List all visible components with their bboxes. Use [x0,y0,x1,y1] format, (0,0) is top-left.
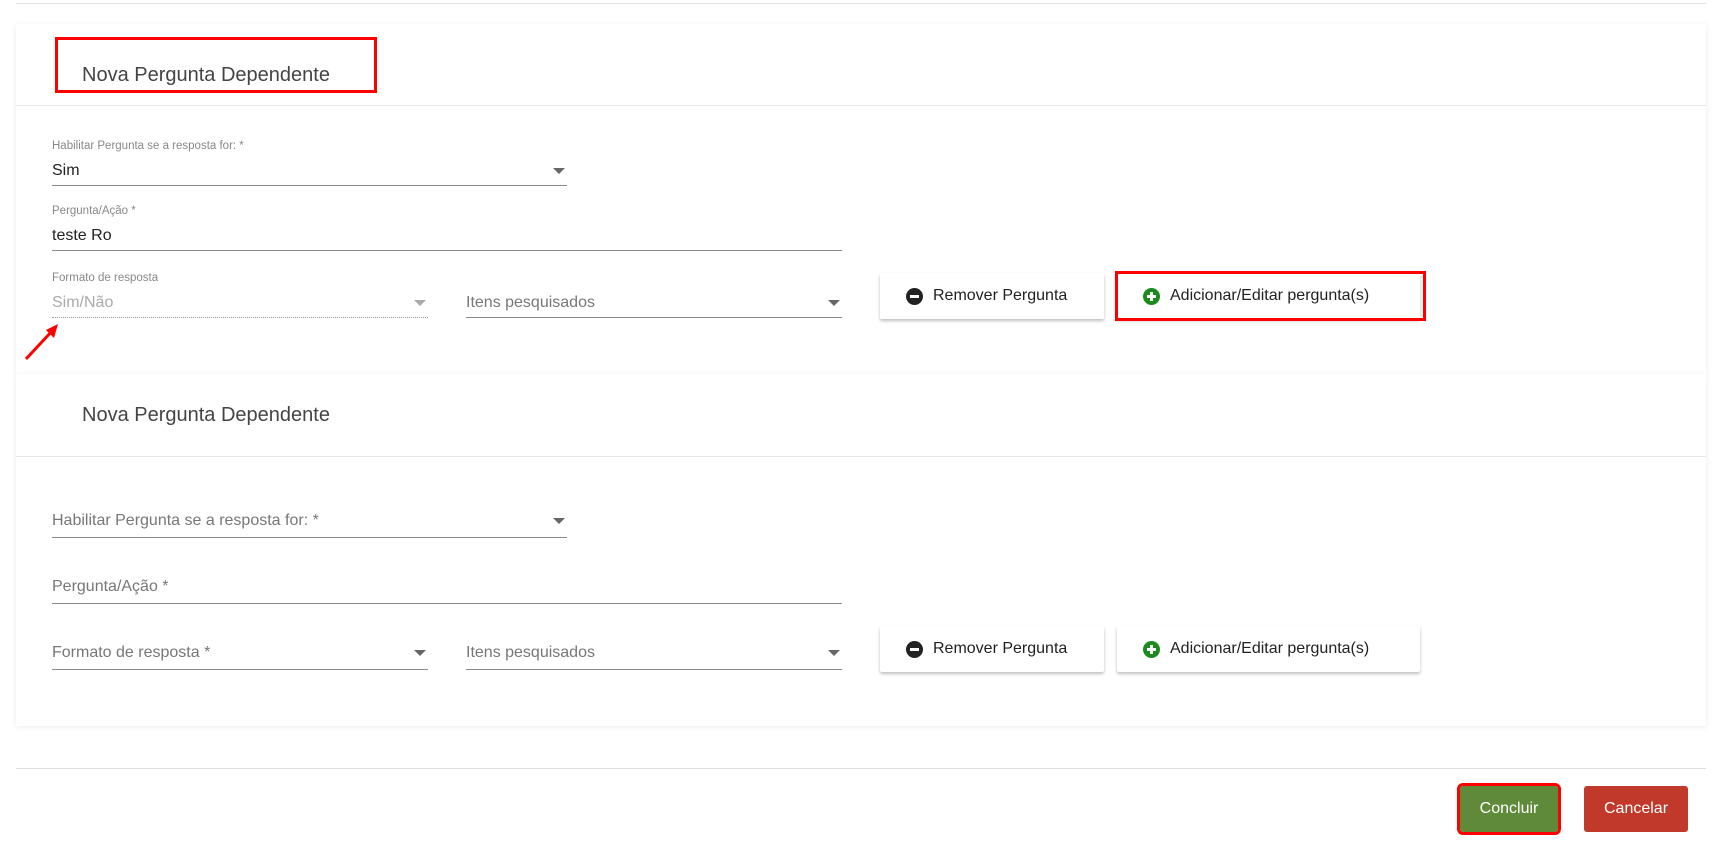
footer-divider [16,768,1706,769]
field-placeholder: Pergunta/Ação * [52,578,169,595]
top-divider [16,3,1706,4]
field-placeholder: Itens pesquisados [466,294,595,311]
conclude-button[interactable]: Concluir [1457,783,1561,835]
chevron-down-icon [553,518,565,524]
field-value: Sim/Não [52,294,114,311]
field-placeholder: Formato de resposta * [52,644,211,661]
chevron-down-icon [414,650,426,656]
searched-items-select[interactable]: Itens pesquisados [466,272,842,318]
chevron-down-icon [553,168,565,174]
chevron-down-icon [414,300,426,306]
button-label: Adicionar/Editar pergunta(s) [1170,640,1370,657]
minus-circle-icon [906,640,923,658]
chevron-down-icon [828,650,840,656]
dependent-question-card-2: Nova Pergunta Dependente Habilitar Pergu… [16,374,1706,726]
field-placeholder: Itens pesquisados [466,644,595,661]
remove-question-button[interactable]: Remover Pergunta [880,273,1104,319]
field-label: Habilitar Pergunta se a resposta for: * [52,140,244,152]
answer-format-select[interactable]: Formato de resposta Sim/Não [52,272,428,318]
question-action-input[interactable]: Pergunta/Ação * teste Ro [52,205,842,251]
highlight-box [55,37,377,93]
field-value: Sim [52,162,80,179]
field-value: teste Ro [52,227,112,244]
header-divider [16,105,1706,106]
field-label: Pergunta/Ação * [52,205,136,217]
question-action-input[interactable]: Pergunta/Ação * [52,570,842,604]
field-label: Formato de resposta [52,272,159,284]
header-divider [16,456,1706,457]
section-title: Nova Pergunta Dependente [82,404,330,426]
button-label: Remover Pergunta [933,640,1068,657]
remove-question-button[interactable]: Remover Pergunta [880,626,1104,672]
add-edit-question-button[interactable]: Adicionar/Editar pergunta(s) [1117,626,1420,672]
field-placeholder: Habilitar Pergunta se a resposta for: * [52,512,319,529]
searched-items-select[interactable]: Itens pesquisados [466,636,842,670]
red-arrow-annotation [24,324,58,361]
minus-circle-icon [906,287,923,305]
enable-if-answer-select[interactable]: Habilitar Pergunta se a resposta for: * [52,504,567,538]
enable-if-answer-select[interactable]: Habilitar Pergunta se a resposta for: * … [52,140,567,186]
plus-circle-icon [1143,640,1160,658]
cancel-button[interactable]: Cancelar [1584,786,1688,832]
chevron-down-icon [828,300,840,306]
answer-format-select[interactable]: Formato de resposta * [52,636,428,670]
button-label: Remover Pergunta [933,287,1068,304]
highlight-box [1115,271,1426,321]
